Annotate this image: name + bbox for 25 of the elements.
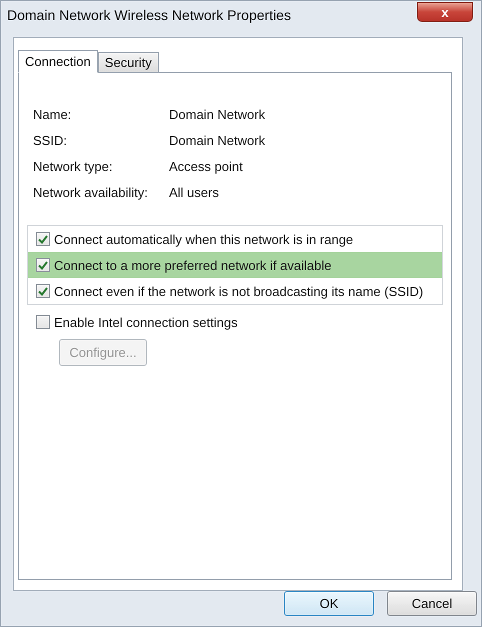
option-row[interactable]: Connect even if the network is not broadcasting its name (SSID): [28, 278, 442, 304]
window-title: Domain Network Wireless Network Properties: [7, 7, 291, 23]
option-label: Connect automatically when this network is in range: [54, 232, 354, 246]
field-label: SSID:: [33, 132, 68, 148]
checkbox[interactable]: [36, 284, 50, 298]
checkbox[interactable]: [36, 232, 50, 246]
option-label: Connect to a more preferred network if available: [54, 258, 332, 272]
option-label: Connect even if the network is not broadcasting its name (SSID): [54, 284, 424, 298]
field-label: Network availability:: [33, 184, 149, 200]
dialog-button[interactable]: OK: [284, 591, 374, 616]
field-label: Network type:: [33, 158, 114, 174]
checkbox[interactable]: [36, 258, 50, 272]
option-row[interactable]: Connect automatically when this network is in range: [28, 226, 442, 252]
checkbox-label: Enable Intel connection settings: [54, 314, 238, 330]
tab[interactable]: Security: [98, 52, 159, 72]
field-value: Domain Network: [169, 132, 266, 148]
dialog-button[interactable]: Cancel: [387, 591, 477, 616]
option-row[interactable]: Connect to a more preferred network if available: [28, 252, 442, 278]
close-button[interactable]: x: [417, 2, 473, 22]
field-label: Name:: [33, 106, 72, 122]
field-value: All users: [169, 184, 220, 200]
field-value: Domain Network: [169, 106, 266, 122]
checkbox[interactable]: [36, 315, 50, 329]
field-value: Access point: [169, 158, 244, 174]
tab[interactable]: Connection: [18, 50, 98, 73]
